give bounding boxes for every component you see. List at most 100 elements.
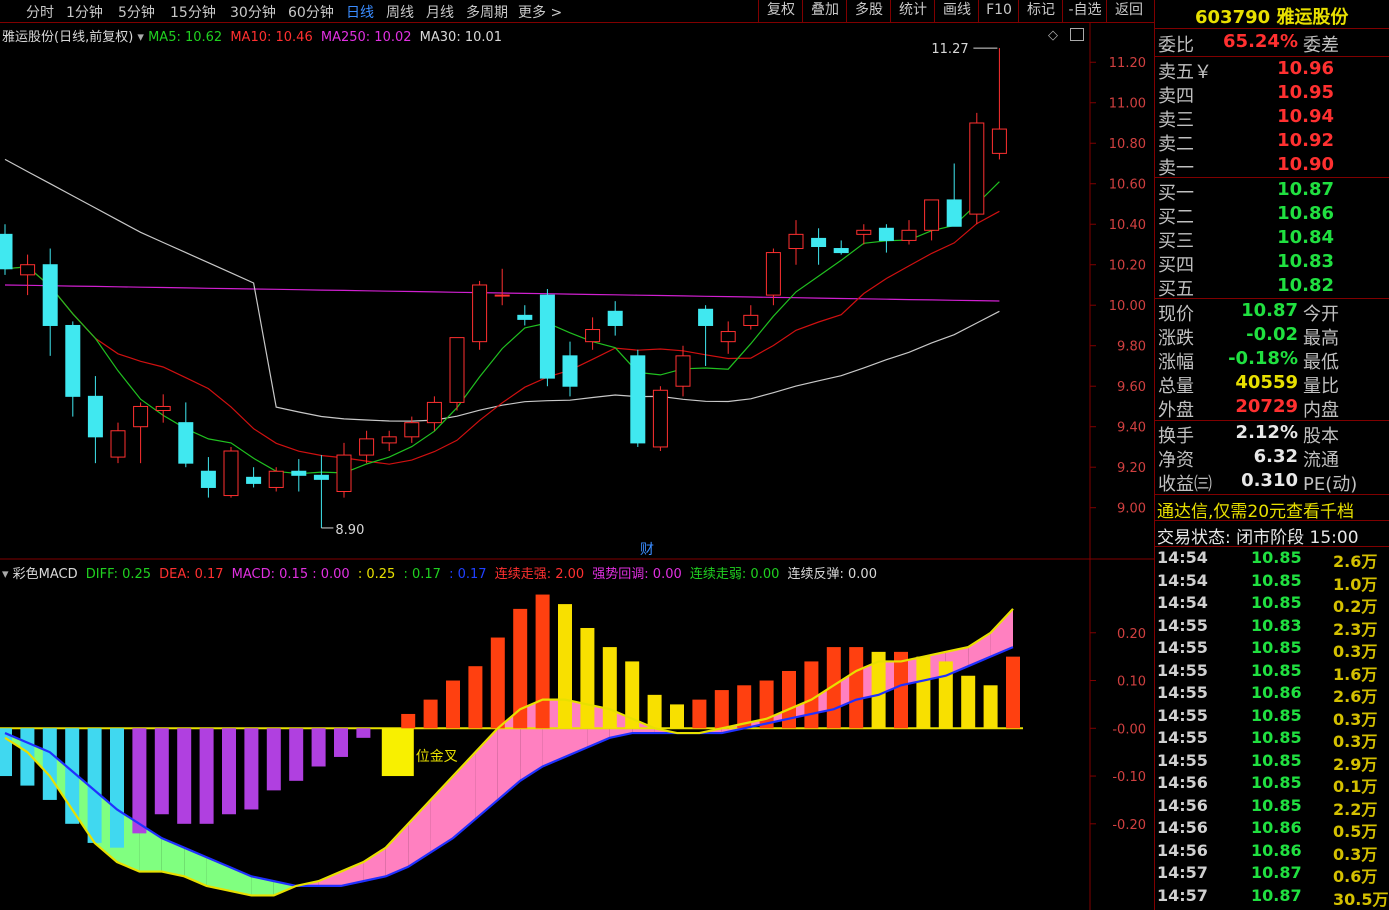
stat-row-1: 涨跌 -0.02 最高	[1155, 324, 1389, 349]
trade-status: 交易状态: 闭市阶段 15:00	[1157, 528, 1359, 548]
window-toggle-icon[interactable]	[1070, 28, 1084, 41]
macd-band-fill	[475, 728, 498, 820]
candle-body	[313, 474, 329, 480]
candle-body	[652, 389, 668, 448]
tool-button-3[interactable]: 统计	[890, 0, 935, 22]
period-tab-0[interactable]: 分时	[26, 2, 54, 22]
tool-button-4[interactable]: 画线	[934, 0, 979, 22]
tool-button-0[interactable]: 复权	[758, 0, 803, 22]
tick-row: 14:55 10.83 2.3万	[1155, 615, 1389, 639]
bid-row-1[interactable]: 买一 10.87	[1155, 179, 1389, 204]
stat-row-0: 现价 10.87 今开	[1155, 300, 1389, 325]
weibi-row: 委比 65.24% 委差	[1155, 31, 1389, 56]
tool-button-2[interactable]: 多股	[846, 0, 891, 22]
ask-row-3[interactable]: 卖三 10.94	[1155, 106, 1389, 131]
candle-body	[200, 470, 216, 488]
tick-time: 14:55	[1157, 683, 1208, 702]
candle-body	[426, 401, 442, 424]
bid-row-2[interactable]: 买二 10.86	[1155, 203, 1389, 228]
bid-price: 10.86	[1277, 203, 1334, 224]
tool-button-8[interactable]: 返回	[1106, 0, 1151, 22]
macd-tick-label: 0.20	[1117, 627, 1146, 642]
lxzq-legend: 连续走强: 2.00	[494, 567, 585, 582]
stat2-value: 6.32	[1253, 446, 1298, 467]
bid-row-4[interactable]: 买四 10.83	[1155, 251, 1389, 276]
period-tab-9[interactable]: 多周期	[466, 2, 508, 22]
candle-body	[381, 436, 397, 444]
bid-row-3[interactable]: 买三 10.84	[1155, 227, 1389, 252]
ad-banner[interactable]: 通达信,仅需20元查看千档	[1157, 497, 1388, 522]
macd-bar	[804, 661, 819, 729]
candle-body	[133, 405, 149, 428]
tick-row: 14:57 10.87 30.5万	[1155, 886, 1389, 909]
stock-name: 雅运股份	[1276, 7, 1349, 28]
candle-body	[811, 237, 827, 248]
macd-chart[interactable]: 0.20 0.10 -0.00 -0.10 -0.20 位金叉	[0, 560, 1154, 910]
macd-bar	[311, 728, 326, 767]
tick-volume: 2.6万	[1333, 552, 1378, 571]
ask-row-2[interactable]: 卖二 10.92	[1155, 130, 1389, 155]
macd-bar	[266, 728, 281, 791]
macd-bar	[1006, 656, 1020, 729]
weicha-label: 委差	[1303, 35, 1339, 56]
tick-time: 14:57	[1157, 863, 1208, 882]
tick-price: 10.85	[1251, 795, 1302, 815]
ask-label: 卖三	[1158, 110, 1194, 131]
ask-price: 10.92	[1277, 130, 1334, 151]
tool-button-1[interactable]: 叠加	[802, 0, 847, 22]
macd-bar	[535, 594, 550, 729]
tool-button-6[interactable]: 标记	[1018, 0, 1063, 22]
macd-bar	[692, 699, 707, 729]
tick-volume: 1.0万	[1333, 574, 1378, 594]
candle-body	[155, 405, 171, 412]
stat2-label2: 股本	[1303, 426, 1339, 447]
macd-bar	[580, 627, 595, 729]
period-tab-6[interactable]: 日线	[346, 2, 374, 22]
period-tab-3[interactable]: 15分钟	[170, 2, 216, 22]
ask-row-5[interactable]: 卖五￥ 10.96	[1155, 58, 1389, 83]
lxft-legend: 连续反弹: 0.00	[787, 567, 877, 582]
bid-row-5[interactable]: 买五 10.82	[1155, 275, 1389, 300]
tick-price: 10.85	[1251, 593, 1302, 612]
macd-tick-label: 0.10	[1117, 675, 1146, 690]
tick-volume: 0.2万	[1333, 597, 1378, 616]
tick-row: 14:55 10.85 0.3万	[1155, 728, 1389, 751]
macd-bar	[177, 728, 192, 824]
ask-row-1[interactable]: 卖一 10.90	[1155, 154, 1389, 179]
tick-price: 10.85	[1251, 660, 1302, 680]
ask-row-4[interactable]: 卖四 10.95	[1155, 82, 1389, 107]
candle-body	[65, 324, 81, 397]
qshd-legend: 强势回调: 0.00	[592, 567, 682, 582]
bid-label: 买二	[1158, 207, 1194, 228]
kline-chart[interactable]: 11.20 11.00 10.80 10.60 10.40 10.20 10.00 9.80 9…	[0, 22, 1154, 560]
diamond-icon[interactable]: ◇	[1048, 28, 1058, 43]
tick-volume: 0.6万	[1333, 867, 1378, 886]
macd-settings-icon[interactable]: ▾	[2, 567, 9, 582]
macd-bar	[289, 728, 304, 781]
tick-price: 10.83	[1251, 615, 1302, 635]
period-tab-10[interactable]: 更多 >	[518, 2, 562, 22]
candle-body	[901, 229, 917, 241]
period-tab-2[interactable]: 5分钟	[118, 2, 155, 22]
candle-body	[449, 337, 465, 403]
macd-bar	[222, 728, 236, 815]
stat2-value: 2.12%	[1235, 422, 1298, 443]
tick-price: 10.85	[1251, 728, 1302, 747]
stat2-value: 0.310	[1241, 470, 1298, 491]
price-tick-label: 10.80	[1109, 137, 1146, 152]
period-tab-7[interactable]: 周线	[386, 2, 414, 22]
period-tab-5[interactable]: 60分钟	[288, 2, 334, 22]
settings-circle-icon[interactable]: ▾	[137, 30, 144, 45]
period-tab-1[interactable]: 1分钟	[66, 2, 103, 22]
tick-volume: 2.6万	[1333, 687, 1378, 706]
period-tab-8[interactable]: 月线	[426, 2, 454, 22]
high-label: 11.27	[931, 42, 968, 57]
tick-price: 10.85	[1251, 548, 1302, 567]
stat-label: 涨跌	[1158, 328, 1194, 349]
tick-row: 14:54 10.85 0.2万	[1155, 593, 1389, 616]
tick-time: 14:55	[1157, 705, 1208, 725]
tool-button-5[interactable]: F10	[978, 0, 1019, 22]
tick-row: 14:54 10.85 2.6万	[1155, 548, 1389, 571]
tool-button-7[interactable]: -自选	[1062, 0, 1107, 22]
period-tab-4[interactable]: 30分钟	[230, 2, 276, 22]
